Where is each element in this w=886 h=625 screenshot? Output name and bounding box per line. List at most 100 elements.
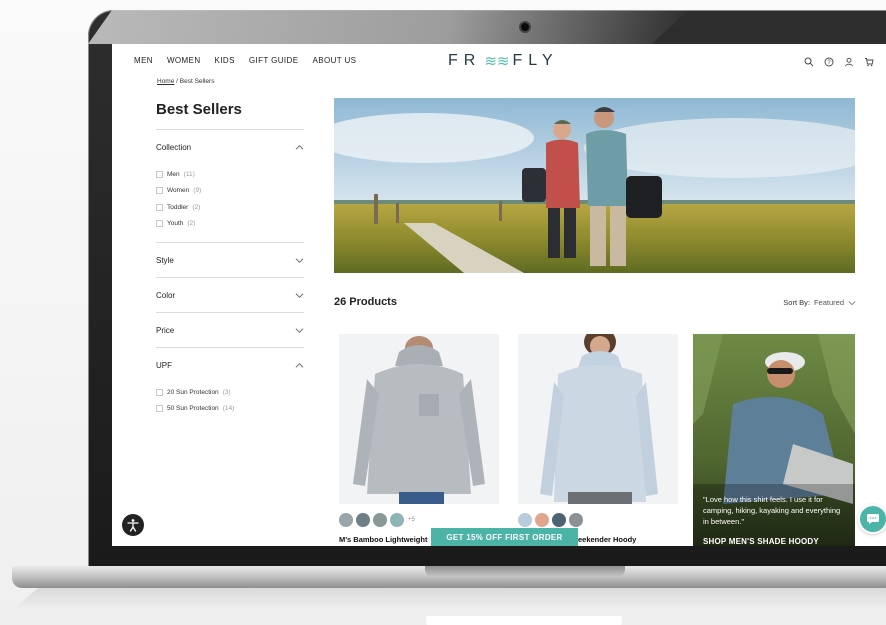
chevron-up-icon xyxy=(295,144,304,150)
nav-icons: ? xyxy=(804,54,874,67)
checkbox[interactable] xyxy=(156,203,163,211)
option-count: (9) xyxy=(193,187,202,195)
filter-sidebar: Collection Men (11) Women (9) Toddler (2) Y… xyxy=(156,129,304,427)
nav-kids[interactable]: KIDS xyxy=(215,56,235,65)
filter-collection-label: Collection xyxy=(156,142,192,152)
promo-card[interactable]: "Love how this shirt feels. I use it for… xyxy=(693,334,855,546)
nav-gift-guide[interactable]: GIFT GUIDE xyxy=(249,56,299,65)
option-count: (3) xyxy=(222,388,231,396)
first-order-offer-button[interactable]: GET 15% OFF FIRST ORDER xyxy=(431,528,578,546)
account-icon[interactable] xyxy=(844,54,854,67)
chevron-down-icon xyxy=(295,292,304,298)
color-swatch[interactable] xyxy=(390,513,404,527)
sort-label: Sort By: xyxy=(783,298,810,307)
option-count: (2) xyxy=(187,220,196,228)
chevron-down-icon xyxy=(295,327,304,333)
filter-option-youth[interactable]: Youth (2) xyxy=(156,216,304,233)
lid-glare xyxy=(88,10,688,44)
page-title: Best Sellers xyxy=(156,101,242,118)
main-menu: MEN WOMEN KIDS GIFT GUIDE ABOUT US xyxy=(134,56,356,65)
filter-price: Price xyxy=(156,312,304,347)
checkbox[interactable] xyxy=(156,170,163,178)
upf-options: 20 Sun Protection (3) 50 Sun Protection (1… xyxy=(156,372,304,427)
accessibility-icon[interactable] xyxy=(122,514,144,536)
filter-option-upf-50[interactable]: 50 Sun Protection (14) xyxy=(156,401,304,418)
filter-color: Color xyxy=(156,277,304,312)
search-icon[interactable] xyxy=(804,54,814,67)
chat-icon[interactable] xyxy=(858,504,886,534)
help-icon[interactable]: ? xyxy=(824,54,834,67)
sort-dropdown[interactable]: Sort By: Featured xyxy=(783,298,856,307)
filter-option-upf-20[interactable]: 20 Sun Protection (3) xyxy=(156,384,304,401)
option-label: 50 Sun Protection xyxy=(167,405,219,413)
product-count: 26 Products xyxy=(334,296,397,308)
checkbox[interactable] xyxy=(156,220,163,228)
color-swatch[interactable] xyxy=(569,513,583,527)
webcam xyxy=(521,23,529,31)
color-swatch[interactable] xyxy=(518,513,532,527)
checkbox[interactable] xyxy=(156,388,163,396)
breadcrumb-current: Best Sellers xyxy=(179,78,215,85)
option-label: Men xyxy=(167,170,180,178)
filter-collection: Collection Men (11) Women (9) Toddler (2) Y… xyxy=(156,129,304,242)
breadcrumb: Home / Best Sellers xyxy=(157,78,214,85)
laptop-mockup: MEN WOMEN KIDS GIFT GUIDE ABOUT US FR ≋≋… xyxy=(0,0,886,625)
promo-cta-link[interactable]: SHOP MEN'S SHADE HOODY xyxy=(703,537,819,546)
filter-upf-header[interactable]: UPF xyxy=(156,358,304,372)
color-swatch[interactable] xyxy=(373,513,387,527)
nav-men[interactable]: MEN xyxy=(134,56,153,65)
filter-option-women[interactable]: Women (9) xyxy=(156,183,304,200)
option-count: (2) xyxy=(192,203,201,211)
filter-style-label: Style xyxy=(156,255,174,265)
filter-color-header[interactable]: Color xyxy=(156,288,304,302)
browser-screen: MEN WOMEN KIDS GIFT GUIDE ABOUT US FR ≋≋… xyxy=(112,44,886,546)
promo-quote: "Love how this shirt feels. I use it for… xyxy=(703,495,841,526)
option-label: Toddler xyxy=(167,203,189,211)
color-swatches: +5 xyxy=(339,513,415,527)
filter-option-men[interactable]: Men (11) xyxy=(156,166,304,183)
logo-text-right: FLY xyxy=(512,52,559,69)
logo-text-left: FR xyxy=(448,52,482,69)
more-colors[interactable]: +5 xyxy=(408,517,415,523)
chevron-down-icon xyxy=(295,257,304,263)
laptop-notch xyxy=(425,566,625,577)
color-swatch[interactable] xyxy=(339,513,353,527)
chevron-up-icon xyxy=(295,362,304,368)
nav-women[interactable]: WOMEN xyxy=(167,56,201,65)
color-swatches xyxy=(518,513,583,527)
breadcrumb-home-link[interactable]: Home xyxy=(157,78,174,85)
product-card-image[interactable] xyxy=(339,334,499,504)
product-name[interactable]: eekender Hoody xyxy=(578,535,636,544)
option-count: (11) xyxy=(183,170,195,178)
sort-value: Featured xyxy=(813,298,844,307)
nav-about-us[interactable]: ABOUT US xyxy=(312,56,356,65)
filter-style-header[interactable]: Style xyxy=(156,253,304,267)
filter-collection-header[interactable]: Collection xyxy=(156,140,304,154)
color-swatch[interactable] xyxy=(552,513,566,527)
top-nav: MEN WOMEN KIDS GIFT GUIDE ABOUT US FR ≋≋… xyxy=(112,44,886,76)
option-label: Youth xyxy=(167,220,184,228)
option-label: Women xyxy=(167,187,190,195)
filter-price-header[interactable]: Price xyxy=(156,323,304,337)
collection-options: Men (11) Women (9) Toddler (2) Youth (2) xyxy=(156,154,304,242)
breadcrumb-separator: / xyxy=(176,78,178,85)
wave-logo-icon: ≋≋ xyxy=(484,53,510,70)
color-swatch[interactable] xyxy=(535,513,549,527)
stand-card xyxy=(426,616,622,625)
color-swatch[interactable] xyxy=(356,513,370,527)
cart-icon[interactable] xyxy=(864,54,874,67)
option-count: (14) xyxy=(222,405,235,413)
filter-upf: UPF 20 Sun Protection (3) 50 Sun Protecti… xyxy=(156,347,304,427)
brand-logo[interactable]: FR ≋≋ FLY xyxy=(448,52,559,70)
checkbox[interactable] xyxy=(156,187,163,195)
product-card-image[interactable] xyxy=(518,334,678,504)
filter-style: Style xyxy=(156,242,304,277)
filter-option-toddler[interactable]: Toddler (2) xyxy=(156,199,304,216)
option-label: 20 Sun Protection xyxy=(167,388,219,396)
filter-color-label: Color xyxy=(156,290,176,300)
checkbox[interactable] xyxy=(156,405,163,413)
hero-banner-image xyxy=(334,98,855,273)
product-name[interactable]: M's Bamboo Lightweight xyxy=(339,535,427,544)
chevron-down-icon xyxy=(848,300,856,305)
floor-shadow xyxy=(12,588,886,610)
